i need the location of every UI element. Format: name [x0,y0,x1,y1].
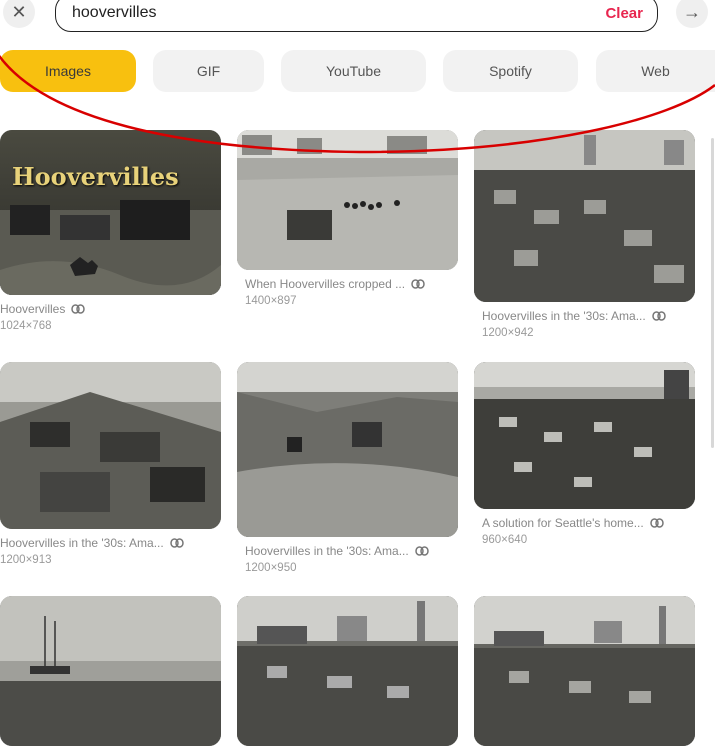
result-card[interactable]: A solution for Seattle's home... 960×640 [474,362,695,546]
result-dimensions: 960×640 [482,534,528,546]
result-thumbnail[interactable] [237,130,458,270]
scrollbar-thumb[interactable] [711,138,714,448]
link-icon[interactable] [414,546,429,556]
result-card[interactable]: Hoovervilles in the '30s: Ama... 1200×94… [474,130,695,339]
tab-images[interactable]: Images [0,50,136,92]
result-caption[interactable]: A solution for Seattle's home... [482,516,695,530]
result-card[interactable] [0,596,221,746]
result-card[interactable] [474,596,695,746]
result-card[interactable]: When Hoovervilles cropped ... 1400×897 [237,130,458,307]
tab-spotify[interactable]: Spotify [443,50,578,92]
result-dimensions: 1200×950 [245,562,297,574]
link-icon[interactable] [651,311,666,321]
thumbnail-title-overlay: Hoovervilles [12,162,179,191]
result-dimensions: 1024×768 [0,320,52,332]
result-card[interactable]: Hoovervilles in the '30s: Ama... 1200×91… [0,362,221,566]
clear-button[interactable]: Clear [605,5,643,22]
submit-button[interactable]: → [676,0,708,28]
result-card[interactable]: Hoovervilles Hoovervilles 1024×768 [0,130,221,332]
result-dimensions: 1200×913 [0,554,52,566]
result-thumbnail[interactable] [474,596,695,746]
result-thumbnail[interactable] [0,362,221,529]
link-icon[interactable] [411,279,425,289]
result-thumbnail[interactable] [237,362,458,537]
result-caption[interactable]: Hoovervilles in the '30s: Ama... [482,309,695,323]
result-thumbnail[interactable] [0,596,221,746]
link-icon[interactable] [649,518,664,528]
result-thumbnail[interactable] [474,362,695,509]
result-dimensions: 1200×942 [482,327,534,339]
result-dimensions: 1400×897 [245,295,297,307]
search-input[interactable] [72,4,606,22]
result-caption[interactable]: Hoovervilles [0,302,221,316]
close-button[interactable]: ✕ [3,0,35,28]
link-icon[interactable] [71,304,86,314]
result-card[interactable]: Hoovervilles in the '30s: Ama... 1200×95… [237,362,458,574]
tab-youtube[interactable]: YouTube [281,50,426,92]
arrow-right-icon: → [683,1,701,22]
result-thumbnail[interactable]: Hoovervilles [0,130,221,295]
result-card[interactable] [237,596,458,746]
result-thumbnail[interactable] [237,596,458,746]
result-thumbnail[interactable] [474,130,695,302]
search-box[interactable]: Clear [55,0,658,32]
close-icon: ✕ [11,1,27,22]
result-caption[interactable]: Hoovervilles in the '30s: Ama... [245,544,458,558]
tab-gif[interactable]: GIF [153,50,264,92]
tab-web[interactable]: Web [596,50,715,92]
result-caption[interactable]: When Hoovervilles cropped ... [245,277,458,291]
link-icon[interactable] [169,538,184,548]
result-caption[interactable]: Hoovervilles in the '30s: Ama... [0,536,221,550]
